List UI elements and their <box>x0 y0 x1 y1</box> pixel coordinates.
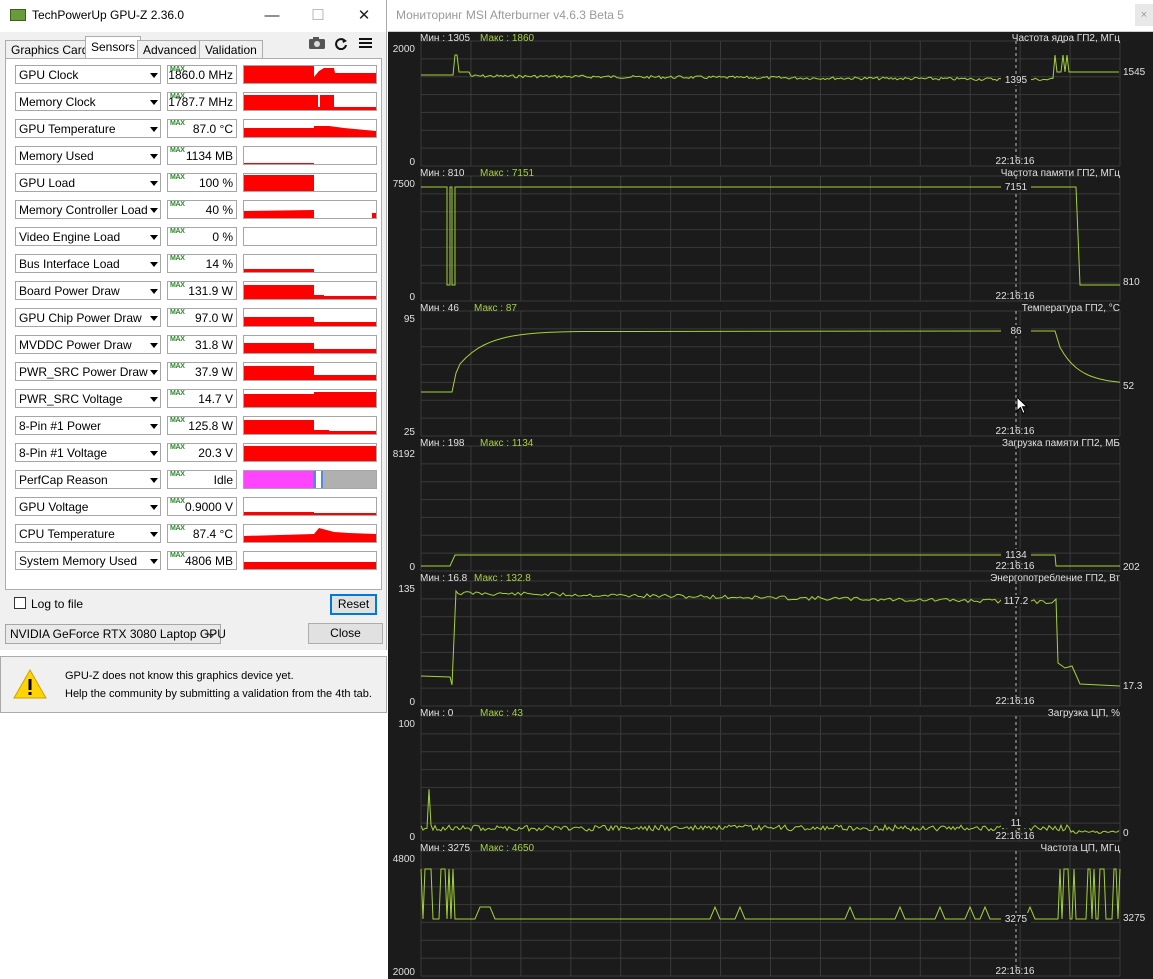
graph-title: Энергопотребление ГП2, Вт <box>990 572 1120 584</box>
graph-current-value: 810 <box>1123 277 1140 288</box>
graph-y-max: 95 <box>404 314 416 325</box>
graph-time-label: 22:16:16 <box>996 831 1035 842</box>
graph-current-value: 1545 <box>1123 67 1146 78</box>
graph-y-max: 4800 <box>393 854 416 865</box>
graph-max-label: Макс : 1134 <box>480 438 534 449</box>
graph-time-label: 22:16:16 <box>996 291 1035 302</box>
graph-min-label: Мин : 46 <box>420 303 459 314</box>
graph-time-label: 22:16:16 <box>996 156 1035 167</box>
graph-cursor-value: 3275 <box>1005 914 1028 925</box>
graph-current-value: 17.3 <box>1123 681 1143 692</box>
graph-y-min: 25 <box>404 427 416 438</box>
graph-title: Частота ядра ГП2, МГц <box>1012 33 1120 44</box>
graph-max-label: Макс : 1860 <box>480 33 535 44</box>
afterburner-graph-panel: Мин : 0 Макс : 43 Загрузка ЦП, % 100 0 22:16:… <box>398 708 1129 843</box>
graph-current-value: 0 <box>1123 828 1129 839</box>
graph-y-max: 7500 <box>393 179 416 190</box>
graph-title: Частота памяти ГП2, МГц <box>1001 168 1121 179</box>
graph-title: Частота ЦП, МГц <box>1041 843 1121 854</box>
graph-min-label: Мин : 810 <box>420 168 465 179</box>
graph-title: Загрузка ЦП, % <box>1048 708 1120 719</box>
graph-y-min: 2000 <box>393 967 416 978</box>
graph-time-label: 22:16:16 <box>996 966 1035 977</box>
graph-cursor-value: 1395 <box>1005 75 1028 86</box>
graph-y-min: 0 <box>409 292 415 303</box>
graph-y-max: 100 <box>398 719 415 730</box>
graph-max-label: Макс : 132.8 <box>474 573 531 584</box>
graph-max-label: Макс : 43 <box>480 708 523 719</box>
graph-max-label: Макс : 7151 <box>480 168 535 179</box>
graph-cursor-value: 11 <box>1011 818 1022 829</box>
graph-title: Температура ГП2, °С <box>1022 303 1120 314</box>
graph-y-min: 0 <box>409 832 415 843</box>
graph-current-value: 3275 <box>1123 913 1146 924</box>
graph-cursor-value: 7151 <box>1005 182 1028 193</box>
graph-time-label: 22:16:16 <box>996 561 1035 572</box>
graph-time-label: 22:16:16 <box>996 696 1035 707</box>
afterburner-graph-panel: Мин : 1305 Макс : 1860 Частота ядра ГП2, М… <box>393 33 1146 168</box>
graph-min-label: Мин : 1305 <box>420 33 470 44</box>
graph-y-max: 2000 <box>393 44 416 55</box>
afterburner-graph-panel: Мин : 16.8 Макс : 132.8 Энергопотребление … <box>398 572 1143 708</box>
graph-min-label: Мин : 198 <box>420 438 465 449</box>
graph-cursor-value: 86 <box>1010 326 1022 337</box>
afterburner-graph-panel: Мин : 3275 Макс : 4650 Частота ЦП, МГц 4800… <box>393 843 1146 978</box>
graph-current-value: 52 <box>1123 381 1135 392</box>
graph-min-label: Мин : 0 <box>420 708 454 719</box>
graph-y-min: 0 <box>409 697 415 708</box>
afterburner-graph-panel: Мин : 810 Макс : 7151 Частота памяти ГП2, … <box>393 168 1140 303</box>
graph-max-label: Макс : 4650 <box>480 843 535 854</box>
graph-min-label: Мин : 16.8 <box>420 573 468 584</box>
graph-y-max: 8192 <box>393 449 416 460</box>
afterburner-graphs: Мин : 1305 Макс : 1860 Частота ядра ГП2, М… <box>393 33 1146 978</box>
graph-y-min: 0 <box>409 562 415 573</box>
graph-y-min: 0 <box>409 157 415 168</box>
afterburner-graph-panel: Мин : 198 Макс : 1134 Загрузка памяти ГП2,… <box>393 438 1140 573</box>
afterburner-graph-panel: Мин : 46 Макс : 87 Температура ГП2, °С 95 25… <box>404 303 1135 438</box>
graph-current-value: 202 <box>1123 562 1140 573</box>
graph-y-max: 135 <box>398 584 415 595</box>
graph-title: Загрузка памяти ГП2, МБ <box>1002 438 1120 449</box>
graph-min-label: Мин : 3275 <box>420 843 470 854</box>
graph-max-label: Макс : 87 <box>474 303 517 314</box>
mouse-cursor-icon <box>1016 396 1029 415</box>
graph-time-label: 22:16:16 <box>996 426 1035 437</box>
graph-cursor-value: 1134 <box>1005 550 1027 561</box>
graph-cursor-value: 117.2 <box>1004 596 1029 607</box>
